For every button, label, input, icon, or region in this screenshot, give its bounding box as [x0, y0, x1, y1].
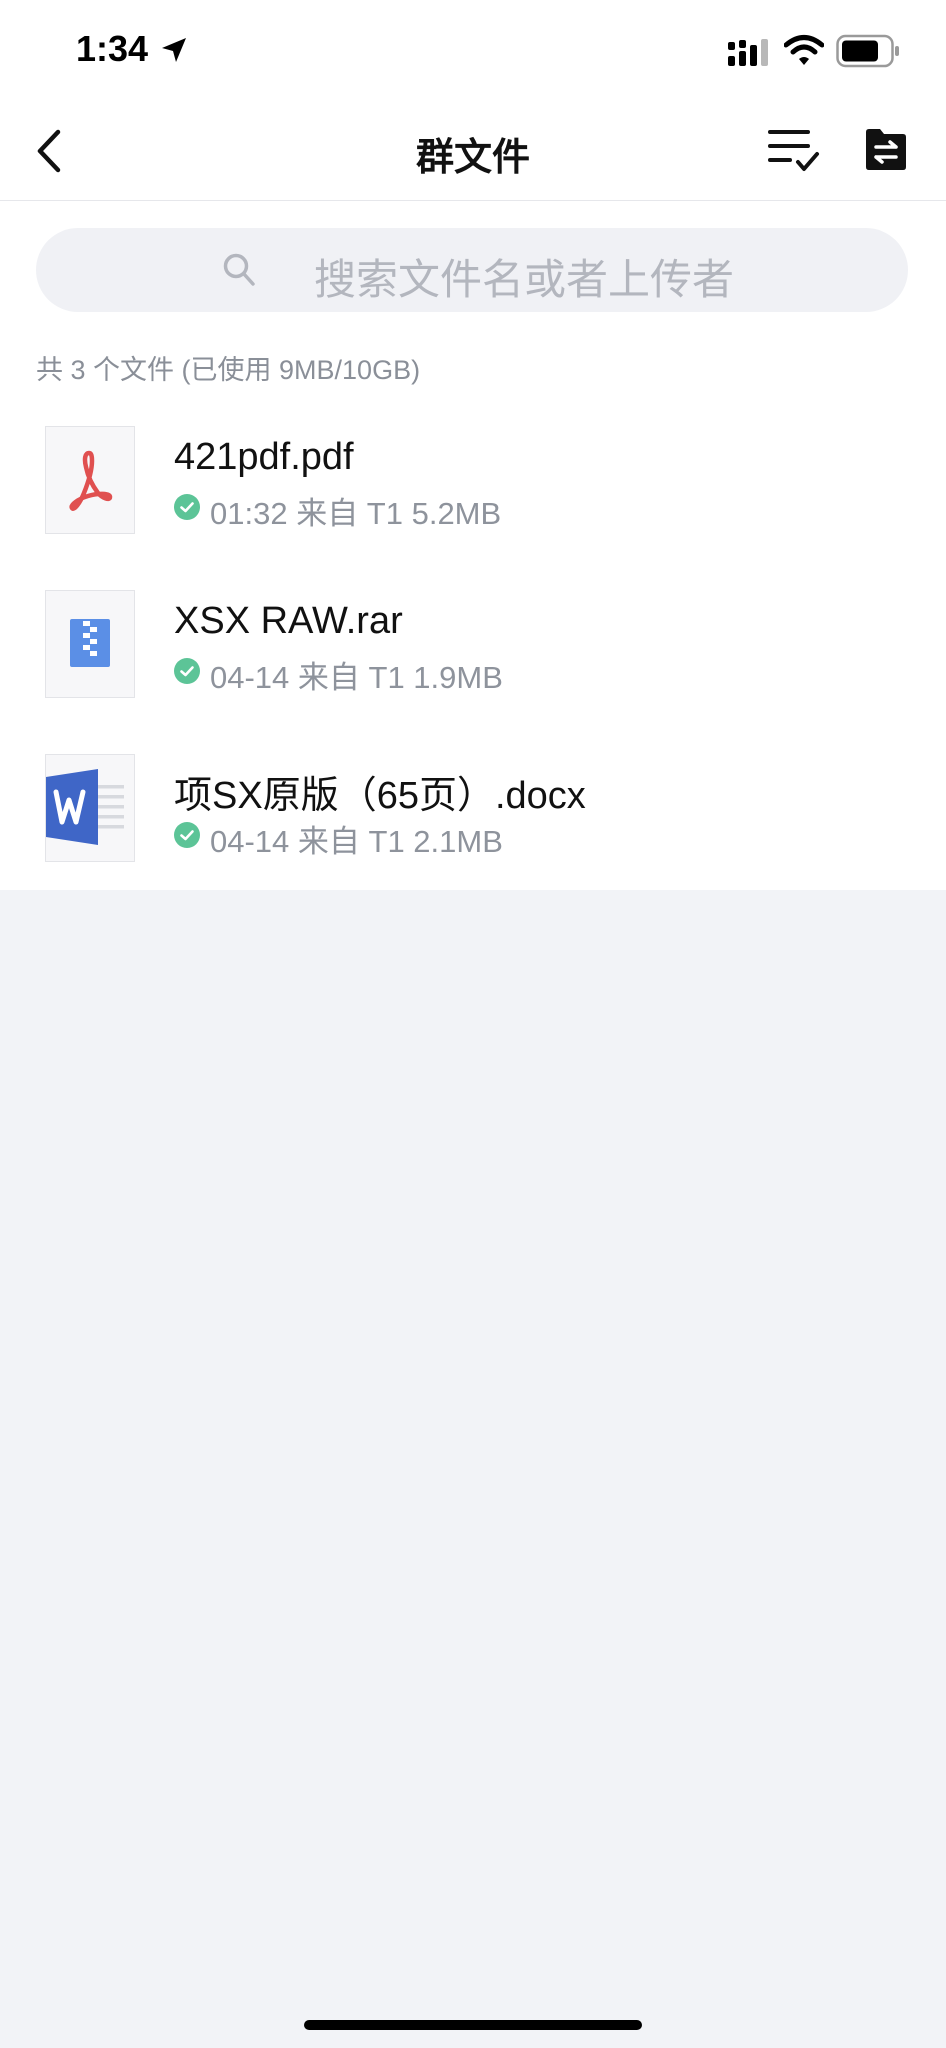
archive-icon	[70, 619, 110, 667]
file-count-summary: 共 3 个文件 (已使用 9MB/10GB)	[36, 355, 421, 385]
navigation-bar: 群文件	[0, 100, 946, 201]
search-input[interactable]: 搜索文件名或者上传者	[36, 228, 908, 312]
status-bar: 1:34	[0, 0, 946, 100]
file-meta: 04-14 来自 T1 1.9MB	[210, 660, 503, 695]
status-time: 1:34	[76, 28, 149, 69]
word-icon	[46, 769, 124, 845]
battery-icon	[836, 34, 899, 68]
file-item[interactable]: 421pdf.pdf 01:32 来自 T1 5.2MB	[0, 426, 946, 590]
file-name: XSX RAW.rar	[174, 600, 403, 642]
search-icon	[223, 253, 255, 286]
file-meta: 01:32 来自 T1 5.2MB	[210, 496, 502, 531]
home-indicator[interactable]	[304, 2020, 642, 2030]
file-item[interactable]: XSX RAW.rar 04-14 来自 T1 1.9MB	[0, 590, 946, 754]
file-item[interactable]: 项SX原版（65页）.docx 04-14 来自 T1 2.1MB	[0, 754, 946, 918]
uploaded-check-icon	[174, 822, 200, 848]
multi-select-icon[interactable]	[766, 124, 820, 174]
file-thumbnail	[45, 754, 135, 862]
file-thumbnail	[45, 590, 135, 698]
uploaded-check-icon	[174, 494, 200, 520]
file-name: 421pdf.pdf	[174, 436, 354, 478]
content-area: 1:34 群文件 搜索文件名或者上传者 共 3 个文件 (已使用 9MB/10G…	[0, 0, 946, 890]
file-name: 项SX原版（65页）.docx	[174, 775, 586, 817]
search-placeholder: 搜索文件名或者上传者	[314, 256, 735, 303]
wifi-icon	[784, 35, 824, 65]
cellular-signal-icon	[728, 39, 768, 66]
file-meta: 04-14 来自 T1 2.1MB	[210, 824, 503, 859]
folder-transfer-icon[interactable]	[864, 126, 908, 172]
location-arrow-icon	[162, 38, 186, 62]
pdf-icon	[69, 450, 113, 511]
file-thumbnail	[45, 426, 135, 534]
uploaded-check-icon	[174, 658, 200, 684]
